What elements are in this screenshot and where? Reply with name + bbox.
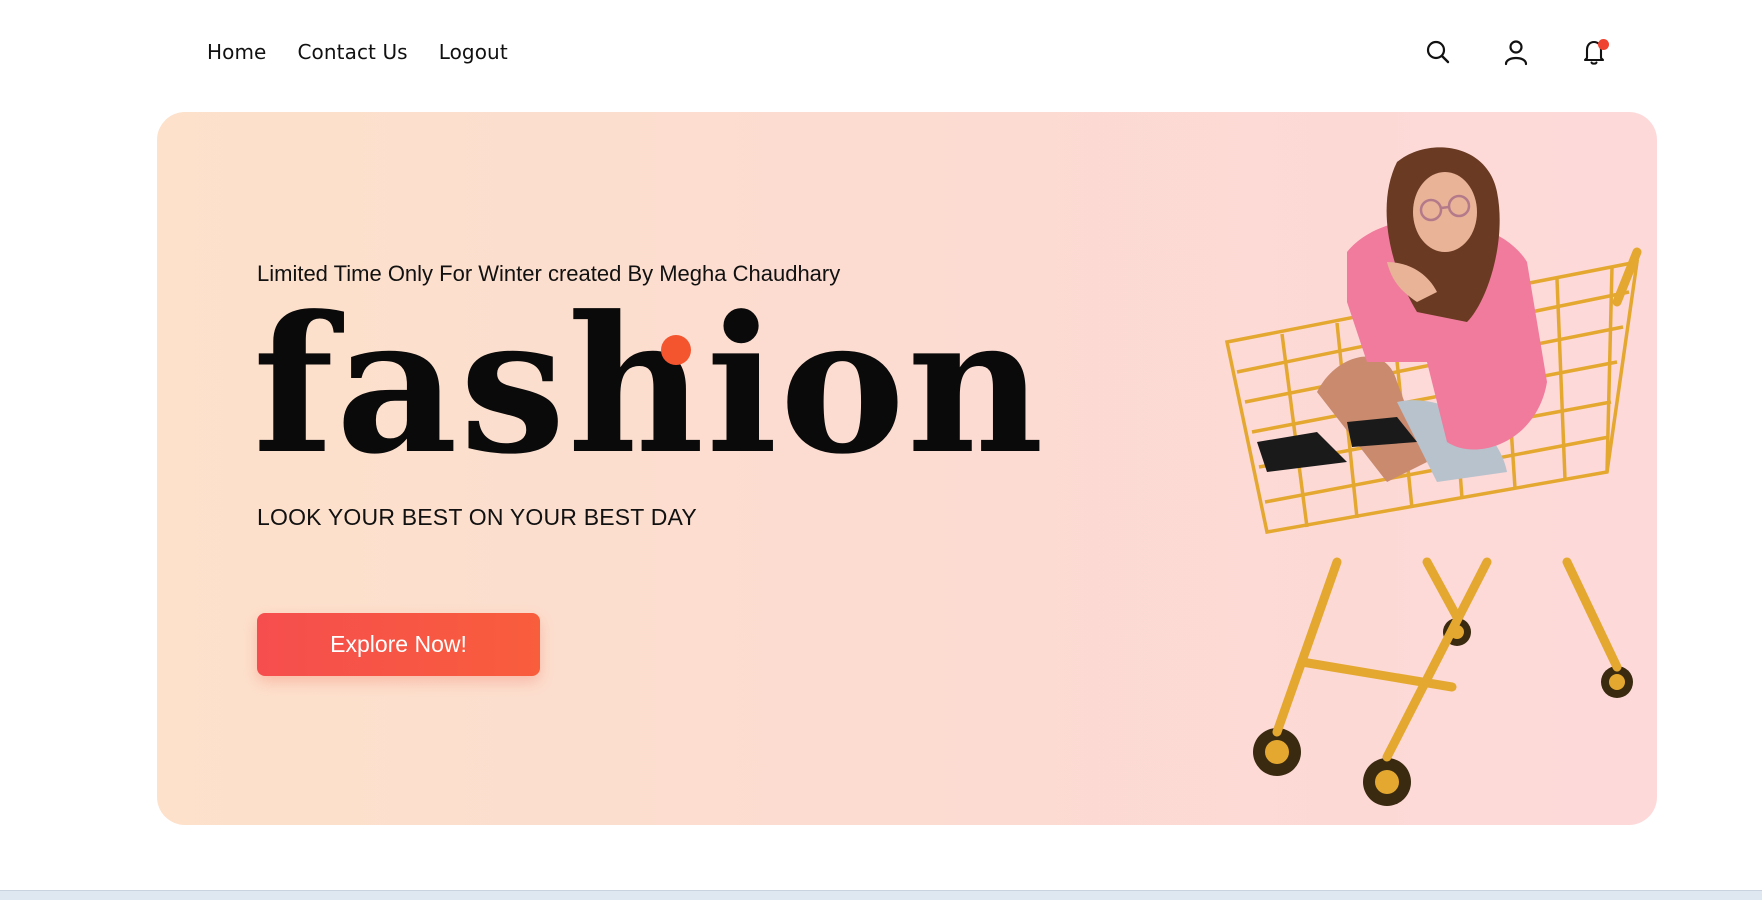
os-taskbar-edge [0, 890, 1762, 900]
nav-icon-group [1425, 38, 1609, 66]
nav-links: Home Contact Us Logout [207, 40, 508, 64]
notification-badge [1598, 39, 1609, 50]
title-accent-dot [661, 335, 691, 365]
top-navigation: Home Contact Us Logout [0, 0, 1762, 112]
nav-home-link[interactable]: Home [207, 40, 266, 64]
model-sneaker-left [1257, 432, 1347, 472]
hero-banner: Limited Time Only For Winter created By … [157, 112, 1657, 825]
hero-tagline: LOOK YOUR BEST ON YOUR BEST DAY [257, 504, 697, 530]
hero-title: fashion [253, 275, 1046, 496]
nav-contact-link[interactable]: Contact Us [297, 40, 407, 64]
explore-now-button[interactable]: Explore Now! [257, 613, 540, 676]
search-icon[interactable] [1425, 38, 1451, 66]
bell-icon[interactable] [1581, 38, 1609, 66]
hero-model-image [1224, 147, 1642, 806]
user-icon[interactable] [1503, 38, 1529, 66]
nav-logout-link[interactable]: Logout [439, 40, 508, 64]
